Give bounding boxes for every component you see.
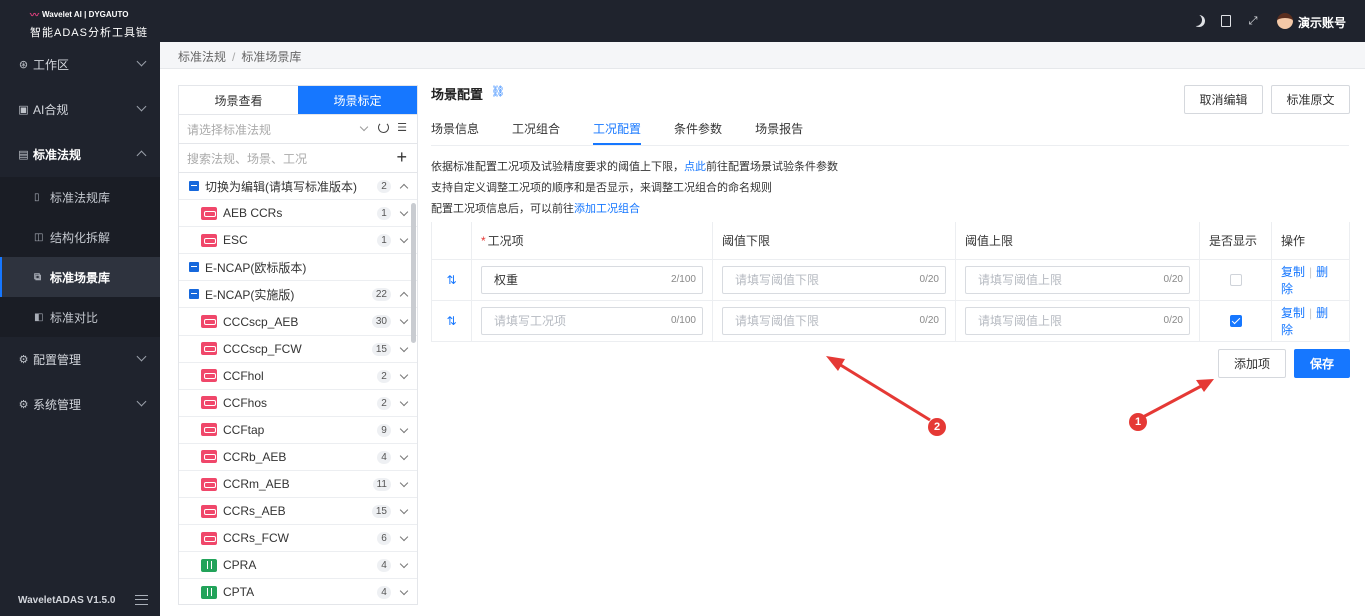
annotation-arrows bbox=[826, 356, 1214, 422]
arrow-to-add-button bbox=[1142, 379, 1214, 419]
arrow-to-table bbox=[826, 356, 931, 422]
annotation-marker-2: 2 bbox=[928, 418, 946, 436]
annotation-marker-1: 1 bbox=[1129, 413, 1147, 431]
